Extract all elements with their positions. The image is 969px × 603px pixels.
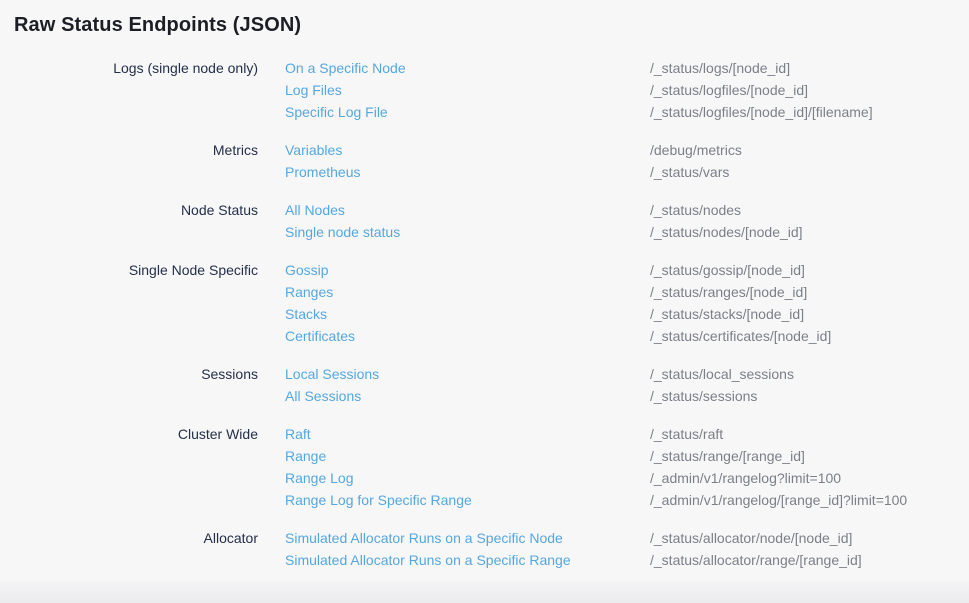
endpoint-section: Sessions Local SessionsAll Sessions /_st… (0, 363, 969, 407)
endpoint-path: /_status/certificates/[node_id] (650, 325, 969, 347)
links-column: Local SessionsAll Sessions (285, 363, 650, 407)
endpoint-link[interactable]: All Sessions (285, 385, 361, 407)
endpoint-link[interactable]: Prometheus (285, 161, 360, 183)
endpoint-path: /_status/sessions (650, 385, 969, 407)
links-column: GossipRangesStacksCertificates (285, 259, 650, 347)
endpoint-link[interactable]: Certificates (285, 325, 355, 347)
endpoint-path: /_status/raft (650, 423, 969, 445)
page-title: Raw Status Endpoints (JSON) (0, 0, 969, 38)
links-column: VariablesPrometheus (285, 139, 650, 183)
endpoint-path: /_status/allocator/node/[node_id] (650, 527, 969, 549)
paths-column: /debug/metrics/_status/vars (650, 139, 969, 183)
endpoint-link[interactable]: Local Sessions (285, 363, 379, 385)
endpoint-link[interactable]: Log Files (285, 79, 342, 101)
endpoint-link[interactable]: Range (285, 445, 326, 467)
endpoint-path: /_status/gossip/[node_id] (650, 259, 969, 281)
endpoint-path: /_admin/v1/rangelog/[range_id]?limit=100 (650, 489, 969, 511)
endpoint-link[interactable]: Simulated Allocator Runs on a Specific R… (285, 549, 571, 571)
endpoint-path: /_status/nodes/[node_id] (650, 221, 969, 243)
endpoint-section: Metrics VariablesPrometheus /debug/metri… (0, 139, 969, 183)
category-label: Sessions (0, 363, 258, 385)
category-label: Logs (single node only) (0, 57, 258, 79)
links-column: All NodesSingle node status (285, 199, 650, 243)
paths-column: /_status/allocator/node/[node_id]/_statu… (650, 527, 969, 571)
endpoint-path: /_status/vars (650, 161, 969, 183)
category-label: Cluster Wide (0, 423, 258, 445)
links-column: Simulated Allocator Runs on a Specific N… (285, 527, 650, 571)
endpoint-section: Single Node Specific GossipRangesStacksC… (0, 259, 969, 347)
endpoints-list: Logs (single node only) On a Specific No… (0, 57, 969, 571)
paths-column: /_status/gossip/[node_id]/_status/ranges… (650, 259, 969, 347)
endpoint-section: Logs (single node only) On a Specific No… (0, 57, 969, 123)
endpoint-link[interactable]: Gossip (285, 259, 329, 281)
endpoint-link[interactable]: Raft (285, 423, 311, 445)
endpoint-link[interactable]: Range Log for Specific Range (285, 489, 472, 511)
category-label: Metrics (0, 139, 258, 161)
endpoint-path: /_status/logfiles/[node_id] (650, 79, 969, 101)
endpoint-path: /_status/local_sessions (650, 363, 969, 385)
paths-column: /_status/logs/[node_id]/_status/logfiles… (650, 57, 969, 123)
endpoint-link[interactable]: Variables (285, 139, 342, 161)
category-label: Allocator (0, 527, 258, 549)
endpoint-section: Node Status All NodesSingle node status … (0, 199, 969, 243)
endpoint-link[interactable]: On a Specific Node (285, 57, 406, 79)
endpoint-path: /_status/logs/[node_id] (650, 57, 969, 79)
endpoint-link[interactable]: Specific Log File (285, 101, 388, 123)
endpoint-path: /_status/logfiles/[node_id]/[filename] (650, 101, 969, 123)
endpoint-path: /_admin/v1/rangelog?limit=100 (650, 467, 969, 489)
endpoint-link[interactable]: Range Log (285, 467, 354, 489)
paths-column: /_status/local_sessions/_status/sessions (650, 363, 969, 407)
paths-column: /_status/nodes/_status/nodes/[node_id] (650, 199, 969, 243)
endpoint-path: /_status/ranges/[node_id] (650, 281, 969, 303)
links-column: On a Specific NodeLog FilesSpecific Log … (285, 57, 650, 123)
endpoint-link[interactable]: All Nodes (285, 199, 345, 221)
endpoint-link[interactable]: Ranges (285, 281, 333, 303)
endpoint-path: /_status/nodes (650, 199, 969, 221)
endpoint-link[interactable]: Stacks (285, 303, 327, 325)
endpoint-path: /_status/allocator/range/[range_id] (650, 549, 969, 571)
endpoint-section: Cluster Wide RaftRangeRange LogRange Log… (0, 423, 969, 511)
endpoint-path: /debug/metrics (650, 139, 969, 161)
category-label: Single Node Specific (0, 259, 258, 281)
endpoint-path: /_status/stacks/[node_id] (650, 303, 969, 325)
endpoint-section: Allocator Simulated Allocator Runs on a … (0, 527, 969, 571)
links-column: RaftRangeRange LogRange Log for Specific… (285, 423, 650, 511)
category-label: Node Status (0, 199, 258, 221)
page-bottom-strip (0, 581, 969, 603)
debug-page: Raw Status Endpoints (JSON) Logs (single… (0, 0, 969, 603)
paths-column: /_status/raft/_status/range/[range_id]/_… (650, 423, 969, 511)
endpoint-link[interactable]: Single node status (285, 221, 400, 243)
endpoint-link[interactable]: Simulated Allocator Runs on a Specific N… (285, 527, 563, 549)
endpoint-path: /_status/range/[range_id] (650, 445, 969, 467)
